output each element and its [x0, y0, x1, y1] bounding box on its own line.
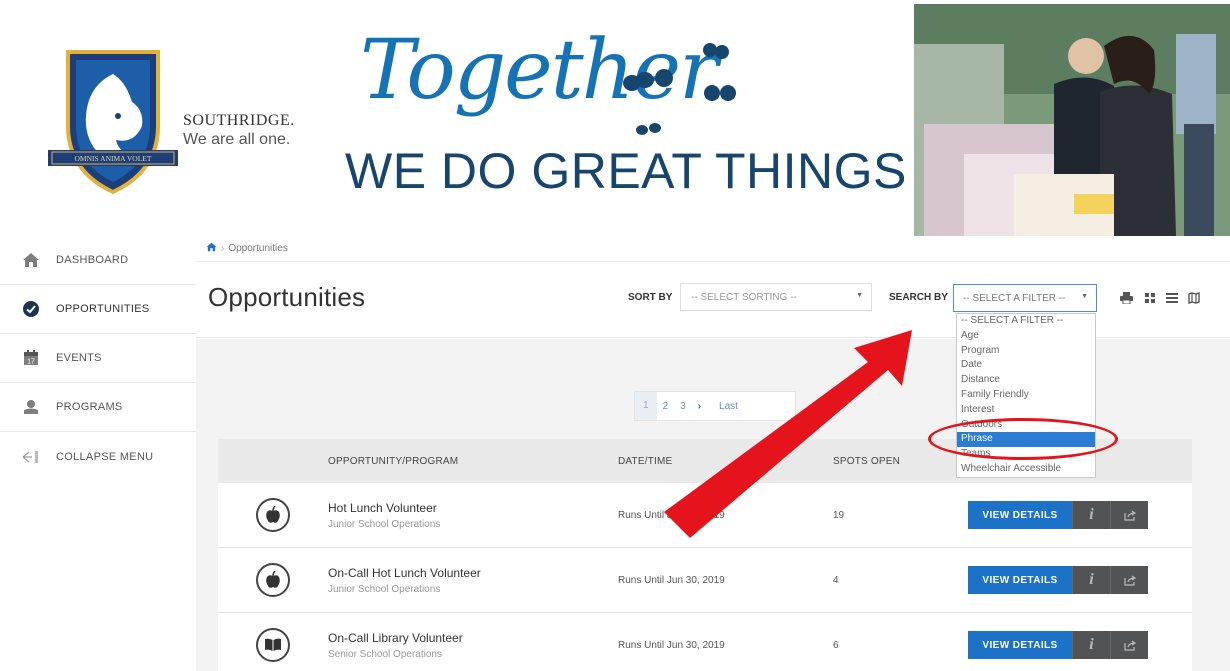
info-button[interactable]: i — [1072, 501, 1110, 529]
col-spots: SPOTS OPEN — [833, 455, 901, 467]
apple-icon — [256, 563, 290, 597]
view-details-button[interactable]: VIEW DETAILS — [968, 501, 1072, 529]
grid-view-icon[interactable] — [1142, 291, 1158, 305]
filter-option[interactable]: Age — [957, 329, 1095, 344]
view-details-button[interactable]: VIEW DETAILS — [968, 631, 1072, 659]
share-icon[interactable] — [1110, 501, 1148, 529]
opportunity-date: Runs Until Jun 30, 2019 — [618, 574, 725, 586]
book-icon — [256, 628, 290, 662]
opportunity-spots: 6 — [833, 639, 839, 651]
home-icon — [20, 249, 42, 271]
table-row: Hot Lunch Volunteer Junior School Operat… — [218, 483, 1192, 548]
page-1[interactable]: 1 — [635, 392, 657, 420]
breadcrumb: › Opportunities — [196, 236, 1230, 262]
sidebar-item-events[interactable]: 17 EVENTS — [0, 334, 196, 383]
hand-heart-icon — [20, 396, 42, 418]
info-button[interactable]: i — [1072, 631, 1110, 659]
table-row: On-Call Library Volunteer Senior School … — [218, 613, 1192, 671]
check-circle-icon — [20, 298, 42, 320]
opportunity-spots: 19 — [833, 509, 845, 521]
sidebar-item-label: OPPORTUNITIES — [56, 303, 150, 315]
print-icon[interactable] — [1118, 291, 1134, 305]
opportunity-date: Runs Until Jun 30, 2019 — [618, 509, 725, 521]
sidebar: DASHBOARD OPPORTUNITIES 17 EVENTS PROGRA… — [0, 236, 196, 671]
breadcrumb-separator: › — [221, 243, 225, 254]
page-3[interactable]: 3 — [674, 401, 692, 412]
chevron-down-icon: ▼ — [856, 292, 863, 299]
share-icon[interactable] — [1110, 631, 1148, 659]
header-banner: OMNIS ANIMA VOLET SOUTHRIDGE. We are all… — [0, 0, 1230, 236]
search-by-label: SEARCH BY — [889, 292, 948, 303]
chevron-down-icon: ▼ — [1081, 293, 1088, 300]
page-title: Opportunities — [208, 282, 366, 312]
brand-tagline: We are all one. — [183, 131, 291, 148]
brand-name: SOUTHRIDGE. — [183, 112, 295, 129]
filter-option[interactable]: Interest — [957, 403, 1095, 418]
row-actions: VIEW DETAILS i — [968, 501, 1148, 529]
opportunity-title[interactable]: Hot Lunch Volunteer — [328, 501, 618, 515]
page-2[interactable]: 2 — [657, 401, 675, 412]
view-details-button[interactable]: VIEW DETAILS — [968, 566, 1072, 594]
filter-option[interactable]: Family Friendly — [957, 388, 1095, 403]
brand-text: SOUTHRIDGE. We are all one. — [183, 112, 295, 149]
sidebar-item-label: PROGRAMS — [56, 401, 123, 413]
sidebar-item-label: EVENTS — [56, 352, 102, 364]
sidebar-item-collapse[interactable]: COLLAPSE MENU — [0, 432, 196, 481]
sidebar-item-label: COLLAPSE MENU — [56, 450, 154, 463]
pagination: 1 2 3 › Last — [634, 391, 796, 421]
opportunity-program: Junior School Operations — [328, 518, 441, 530]
collapse-icon — [20, 446, 42, 468]
table-row: On-Call Hot Lunch Volunteer Junior Schoo… — [218, 548, 1192, 613]
sidebar-item-programs[interactable]: PROGRAMS — [0, 383, 196, 432]
sort-select[interactable]: -- SELECT SORTING -- ▼ — [680, 283, 872, 311]
opportunity-spots: 4 — [833, 574, 839, 586]
annotation-highlight-circle — [928, 418, 1118, 460]
opportunity-title[interactable]: On-Call Hot Lunch Volunteer — [328, 566, 618, 580]
filter-option[interactable]: Wheelchair Accessible — [957, 462, 1095, 477]
share-icon[interactable] — [1110, 566, 1148, 594]
last-page-button[interactable]: Last — [713, 401, 744, 412]
filter-select-value: -- SELECT A FILTER -- — [963, 293, 1066, 304]
info-button[interactable]: i — [1072, 566, 1110, 594]
volunteers-photo — [914, 4, 1230, 236]
filter-select[interactable]: -- SELECT A FILTER -- ▼ — [953, 284, 1097, 312]
opportunity-date: Runs Until Jun 30, 2019 — [618, 639, 725, 651]
opportunity-title[interactable]: On-Call Library Volunteer — [328, 631, 618, 645]
sidebar-item-opportunities[interactable]: OPPORTUNITIES — [0, 285, 196, 334]
list-view-icon[interactable] — [1164, 291, 1180, 305]
row-actions: VIEW DETAILS i — [968, 631, 1148, 659]
filter-option[interactable]: Distance — [957, 373, 1095, 388]
map-view-icon[interactable] — [1186, 291, 1202, 305]
school-crest-logo: OMNIS ANIMA VOLET — [48, 50, 178, 195]
filter-option[interactable]: Program — [957, 344, 1095, 359]
breadcrumb-current: Opportunities — [228, 243, 288, 254]
sort-label: SORT BY — [628, 292, 673, 303]
col-opportunity: OPPORTUNITY/PROGRAM — [328, 455, 459, 467]
home-icon[interactable] — [206, 242, 217, 255]
sidebar-item-label: DASHBOARD — [56, 254, 129, 266]
handprints-graphic — [623, 43, 736, 135]
svg-text:17: 17 — [27, 359, 35, 366]
svg-text:OMNIS ANIMA VOLET: OMNIS ANIMA VOLET — [75, 154, 152, 163]
filter-option[interactable]: -- SELECT A FILTER -- — [957, 314, 1095, 329]
sidebar-item-dashboard[interactable]: DASHBOARD — [0, 236, 196, 285]
next-page-button[interactable]: › — [692, 401, 707, 412]
filter-option[interactable]: Date — [957, 358, 1095, 373]
headline-main: WE DO GREAT THINGS — [345, 143, 907, 199]
sort-select-value: -- SELECT SORTING -- — [691, 292, 797, 303]
apple-icon — [256, 498, 290, 532]
row-actions: VIEW DETAILS i — [968, 566, 1148, 594]
opportunity-program: Junior School Operations — [328, 583, 441, 595]
calendar-icon: 17 — [20, 347, 42, 369]
opportunity-program: Senior School Operations — [328, 648, 442, 660]
col-date: DATE/TIME — [618, 455, 673, 467]
